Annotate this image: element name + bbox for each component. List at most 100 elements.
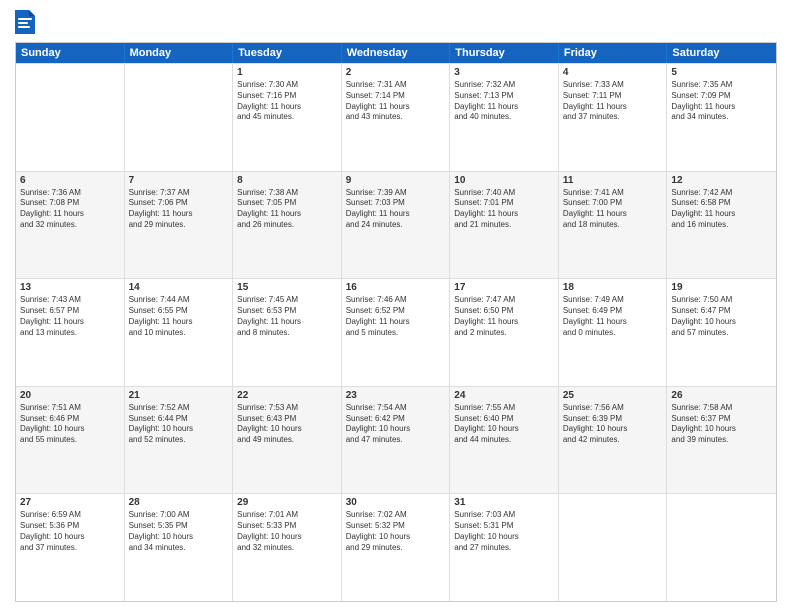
calendar-cell-r2c1: 14 Sunrise: 7:44 AM Sunset: 6:55 PM Dayli…: [125, 279, 234, 386]
calendar-cell-r1c1: 7 Sunrise: 7:37 AM Sunset: 7:06 PM Daylig…: [125, 172, 234, 279]
logo-icon: [15, 10, 35, 34]
calendar-cell-r4c0: 27 Sunrise: 6:59 AM Sunset: 5:36 PM Dayli…: [16, 494, 125, 601]
cell-sun-info: Sunrise: 7:42 AM Sunset: 6:58 PM Dayligh…: [671, 188, 772, 231]
day-number: 15: [237, 282, 337, 293]
cell-sun-info: Sunrise: 7:47 AM Sunset: 6:50 PM Dayligh…: [454, 295, 554, 338]
calendar-cell-r0c5: 4 Sunrise: 7:33 AM Sunset: 7:11 PM Daylig…: [559, 64, 668, 171]
calendar-cell-r0c1: [125, 64, 234, 171]
cell-sun-info: Sunrise: 7:36 AM Sunset: 7:08 PM Dayligh…: [20, 188, 120, 231]
calendar-cell-r4c4: 31 Sunrise: 7:03 AM Sunset: 5:31 PM Dayli…: [450, 494, 559, 601]
weekday-header-thursday: Thursday: [450, 43, 559, 63]
day-number: 6: [20, 175, 120, 186]
calendar-cell-r4c6: [667, 494, 776, 601]
day-number: 16: [346, 282, 446, 293]
calendar-cell-r2c2: 15 Sunrise: 7:45 AM Sunset: 6:53 PM Dayli…: [233, 279, 342, 386]
day-number: 5: [671, 67, 772, 78]
weekday-header-monday: Monday: [125, 43, 234, 63]
day-number: 7: [129, 175, 229, 186]
cell-sun-info: Sunrise: 7:45 AM Sunset: 6:53 PM Dayligh…: [237, 295, 337, 338]
cell-sun-info: Sunrise: 7:01 AM Sunset: 5:33 PM Dayligh…: [237, 510, 337, 553]
day-number: 24: [454, 390, 554, 401]
calendar-cell-r0c3: 2 Sunrise: 7:31 AM Sunset: 7:14 PM Daylig…: [342, 64, 451, 171]
cell-sun-info: Sunrise: 7:49 AM Sunset: 6:49 PM Dayligh…: [563, 295, 663, 338]
cell-sun-info: Sunrise: 7:54 AM Sunset: 6:42 PM Dayligh…: [346, 403, 446, 446]
calendar: SundayMondayTuesdayWednesdayThursdayFrid…: [15, 42, 777, 602]
cell-sun-info: Sunrise: 7:31 AM Sunset: 7:14 PM Dayligh…: [346, 80, 446, 123]
cell-sun-info: Sunrise: 7:03 AM Sunset: 5:31 PM Dayligh…: [454, 510, 554, 553]
cell-sun-info: Sunrise: 7:53 AM Sunset: 6:43 PM Dayligh…: [237, 403, 337, 446]
calendar-cell-r0c2: 1 Sunrise: 7:30 AM Sunset: 7:16 PM Daylig…: [233, 64, 342, 171]
cell-sun-info: Sunrise: 7:39 AM Sunset: 7:03 PM Dayligh…: [346, 188, 446, 231]
calendar-cell-r1c3: 9Sunrise: 7:39 AM Sunset: 7:03 PM Daylig…: [342, 172, 451, 279]
cell-sun-info: Sunrise: 7:35 AM Sunset: 7:09 PM Dayligh…: [671, 80, 772, 123]
weekday-header-wednesday: Wednesday: [342, 43, 451, 63]
cell-sun-info: Sunrise: 7:40 AM Sunset: 7:01 PM Dayligh…: [454, 188, 554, 231]
day-number: 17: [454, 282, 554, 293]
cell-sun-info: Sunrise: 7:02 AM Sunset: 5:32 PM Dayligh…: [346, 510, 446, 553]
calendar-row-0: 1 Sunrise: 7:30 AM Sunset: 7:16 PM Daylig…: [16, 63, 776, 171]
calendar-cell-r1c2: 8Sunrise: 7:38 AM Sunset: 7:05 PM Daylig…: [233, 172, 342, 279]
day-number: 26: [671, 390, 772, 401]
calendar-cell-r0c6: 5 Sunrise: 7:35 AM Sunset: 7:09 PM Daylig…: [667, 64, 776, 171]
calendar-cell-r3c0: 20Sunrise: 7:51 AM Sunset: 6:46 PM Dayli…: [16, 387, 125, 494]
weekday-header-saturday: Saturday: [667, 43, 776, 63]
day-number: 1: [237, 67, 337, 78]
day-number: 4: [563, 67, 663, 78]
day-number: 22: [237, 390, 337, 401]
cell-sun-info: Sunrise: 7:56 AM Sunset: 6:39 PM Dayligh…: [563, 403, 663, 446]
calendar-cell-r3c1: 21 Sunrise: 7:52 AM Sunset: 6:44 PM Dayli…: [125, 387, 234, 494]
calendar-cell-r4c3: 30 Sunrise: 7:02 AM Sunset: 5:32 PM Dayli…: [342, 494, 451, 601]
day-number: 25: [563, 390, 663, 401]
cell-sun-info: Sunrise: 7:50 AM Sunset: 6:47 PM Dayligh…: [671, 295, 772, 338]
calendar-cell-r3c4: 24Sunrise: 7:55 AM Sunset: 6:40 PM Dayli…: [450, 387, 559, 494]
day-number: 2: [346, 67, 446, 78]
cell-sun-info: Sunrise: 6:59 AM Sunset: 5:36 PM Dayligh…: [20, 510, 120, 553]
calendar-body: 1 Sunrise: 7:30 AM Sunset: 7:16 PM Daylig…: [16, 63, 776, 601]
calendar-cell-r1c0: 6 Sunrise: 7:36 AM Sunset: 7:08 PM Daylig…: [16, 172, 125, 279]
cell-sun-info: Sunrise: 7:30 AM Sunset: 7:16 PM Dayligh…: [237, 80, 337, 123]
calendar-cell-r1c6: 12 Sunrise: 7:42 AM Sunset: 6:58 PM Dayli…: [667, 172, 776, 279]
weekday-header-sunday: Sunday: [16, 43, 125, 63]
calendar-header: SundayMondayTuesdayWednesdayThursdayFrid…: [16, 43, 776, 63]
cell-sun-info: Sunrise: 7:00 AM Sunset: 5:35 PM Dayligh…: [129, 510, 229, 553]
calendar-cell-r2c4: 17 Sunrise: 7:47 AM Sunset: 6:50 PM Dayli…: [450, 279, 559, 386]
day-number: 27: [20, 497, 120, 508]
calendar-cell-r2c3: 16 Sunrise: 7:46 AM Sunset: 6:52 PM Dayli…: [342, 279, 451, 386]
day-number: 13: [20, 282, 120, 293]
day-number: 20: [20, 390, 120, 401]
calendar-cell-r3c5: 25 Sunrise: 7:56 AM Sunset: 6:39 PM Dayli…: [559, 387, 668, 494]
weekday-header-friday: Friday: [559, 43, 668, 63]
calendar-cell-r4c1: 28 Sunrise: 7:00 AM Sunset: 5:35 PM Dayli…: [125, 494, 234, 601]
day-number: 30: [346, 497, 446, 508]
calendar-cell-r3c2: 22 Sunrise: 7:53 AM Sunset: 6:43 PM Dayli…: [233, 387, 342, 494]
day-number: 18: [563, 282, 663, 293]
day-number: 3: [454, 67, 554, 78]
header: [15, 10, 777, 34]
cell-sun-info: Sunrise: 7:32 AM Sunset: 7:13 PM Dayligh…: [454, 80, 554, 123]
day-number: 21: [129, 390, 229, 401]
cell-sun-info: Sunrise: 7:41 AM Sunset: 7:00 PM Dayligh…: [563, 188, 663, 231]
day-number: 28: [129, 497, 229, 508]
calendar-cell-r0c0: [16, 64, 125, 171]
calendar-cell-r4c2: 29Sunrise: 7:01 AM Sunset: 5:33 PM Dayli…: [233, 494, 342, 601]
page: SundayMondayTuesdayWednesdayThursdayFrid…: [0, 0, 792, 612]
cell-sun-info: Sunrise: 7:46 AM Sunset: 6:52 PM Dayligh…: [346, 295, 446, 338]
day-number: 12: [671, 175, 772, 186]
day-number: 19: [671, 282, 772, 293]
calendar-cell-r2c5: 18 Sunrise: 7:49 AM Sunset: 6:49 PM Dayli…: [559, 279, 668, 386]
calendar-cell-r1c4: 10 Sunrise: 7:40 AM Sunset: 7:01 PM Dayli…: [450, 172, 559, 279]
calendar-cell-r1c5: 11Sunrise: 7:41 AM Sunset: 7:00 PM Dayli…: [559, 172, 668, 279]
day-number: 8: [237, 175, 337, 186]
cell-sun-info: Sunrise: 7:44 AM Sunset: 6:55 PM Dayligh…: [129, 295, 229, 338]
cell-sun-info: Sunrise: 7:43 AM Sunset: 6:57 PM Dayligh…: [20, 295, 120, 338]
day-number: 10: [454, 175, 554, 186]
cell-sun-info: Sunrise: 7:33 AM Sunset: 7:11 PM Dayligh…: [563, 80, 663, 123]
day-number: 14: [129, 282, 229, 293]
day-number: 31: [454, 497, 554, 508]
cell-sun-info: Sunrise: 7:52 AM Sunset: 6:44 PM Dayligh…: [129, 403, 229, 446]
cell-sun-info: Sunrise: 7:37 AM Sunset: 7:06 PM Dayligh…: [129, 188, 229, 231]
logo: [15, 10, 39, 34]
calendar-cell-r2c0: 13 Sunrise: 7:43 AM Sunset: 6:57 PM Dayli…: [16, 279, 125, 386]
calendar-cell-r0c4: 3 Sunrise: 7:32 AM Sunset: 7:13 PM Daylig…: [450, 64, 559, 171]
calendar-row-2: 13 Sunrise: 7:43 AM Sunset: 6:57 PM Dayli…: [16, 278, 776, 386]
